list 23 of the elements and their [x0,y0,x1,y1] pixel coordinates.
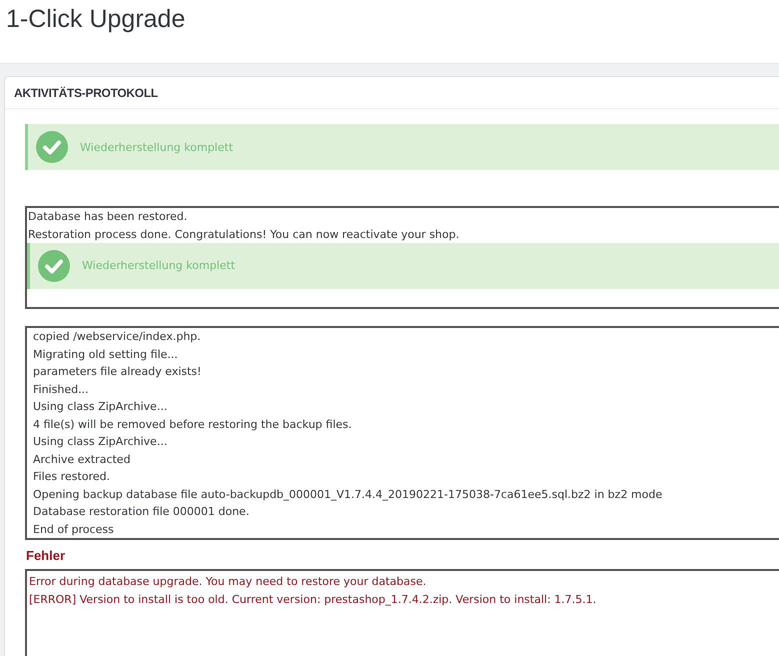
result-line: Database has been restored. [27,209,188,225]
check-icon [36,131,68,163]
log-line: Opening backup database file auto-backupdb_000001_V1.7.4.4_20190221-175038-7ca61ee5.sql.bz2 in bz2 mode [32,486,664,503]
log-line: 4 file(s) will be removed before restoring the backup files. [32,416,353,432]
log-line: Database restoration file 000001 done. [32,504,250,520]
log-line: parameters file already exists! [32,364,202,380]
alert-text: Wiederherstellung komplett [80,140,234,154]
alert-text: Wiederherstellung komplett [82,258,236,274]
error-line: Error during database upgrade. You may need to restore your database. [28,574,428,590]
error-line: [ERROR] Version to install is too old. Current version: prestashop_1.7.4.2.zip. Version to install: 1.7.5.1. [28,592,598,608]
result-line: Restoration process done. Congratulations! You can now reactivate your shop. [27,226,460,242]
log-line: Finished... [32,382,90,398]
check-icon [38,250,70,282]
panel-title: AKTIVITÄTS-PROTOKOLL [5,77,779,109]
log-line: Archive extracted [32,452,132,468]
log-line: Using class ZipArchive... [32,434,168,450]
log-line: Files restored. [32,469,111,485]
log-line: Migrating old setting file... [32,346,179,362]
log-line: copied /webservice/index.php. [32,329,202,345]
log-line: End of process [32,522,115,538]
page-title: 1-Click Upgrade [5,4,186,35]
log-line: Using class ZipArchive... [32,399,168,415]
error-heading: Fehler [26,548,66,563]
